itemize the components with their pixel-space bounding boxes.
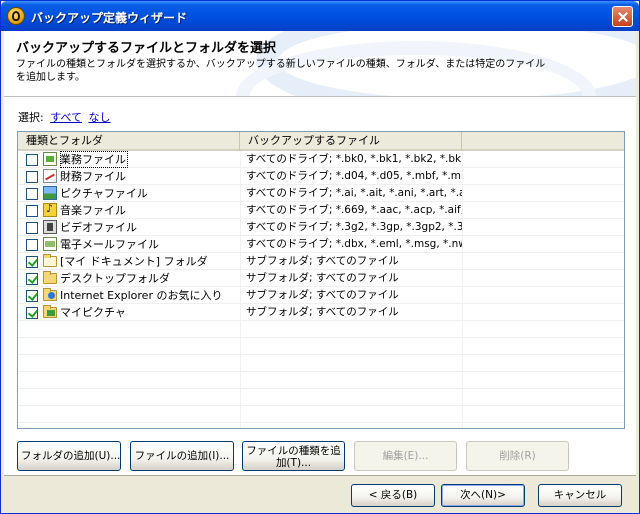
item-files: サブフォルダ; すべてのファイル (246, 306, 399, 318)
item-name: [マイ ドキュメント] フォルダ (60, 255, 208, 268)
list-item[interactable]: Internet Explorer のお気に入り サブフォルダ; すべてのファイ… (18, 287, 624, 304)
video-icon (43, 220, 57, 234)
list-item[interactable]: 業務ファイル すべてのドライブ; *.bk0, *.bk1, *.bk2, *.… (18, 151, 624, 168)
folder-icon (43, 271, 57, 284)
favorites-folder-icon (43, 288, 57, 301)
checkbox[interactable] (26, 307, 38, 319)
add-folder-button[interactable]: フォルダの追加(U)... (17, 441, 121, 471)
item-files: サブフォルダ; すべてのファイル (246, 255, 399, 267)
file-type-list[interactable]: 種類とフォルダ バックアップするファイル 業務ファイル すべてのドライブ; *.… (17, 131, 625, 429)
list-item[interactable]: 財務ファイル すべてのドライブ; *.d04, *.d05, *.mbf, *.… (18, 168, 624, 185)
column-header-files[interactable]: バックアップするファイル (240, 132, 462, 151)
list-header: 種類とフォルダ バックアップするファイル (18, 132, 624, 151)
app-icon (7, 7, 25, 25)
list-item[interactable]: 音楽ファイル すべてのドライブ; *.669, *.aac, *.acp, *.… (18, 202, 624, 219)
select-all-link[interactable]: すべて (50, 111, 82, 124)
item-name: マイピクチャ (60, 306, 126, 319)
mail-icon (43, 237, 57, 251)
next-button[interactable]: 次へ(N)> (441, 484, 525, 507)
picture-icon (43, 186, 57, 200)
item-name: 音楽ファイル (60, 204, 126, 217)
item-files: すべてのドライブ; *.ai, *.ait, *.ani, *.art, *.a… (246, 187, 462, 199)
item-name: Internet Explorer のお気に入り (60, 289, 223, 302)
empty-row (18, 338, 624, 355)
folder-icon (43, 254, 57, 267)
item-name: 財務ファイル (60, 170, 126, 183)
wizard-header: バックアップするファイルとフォルダを選択 ファイルの種類とフォルダを選択するか、… (4, 31, 636, 97)
checkbox[interactable] (26, 154, 38, 166)
item-files: サブフォルダ; すべてのファイル (246, 289, 399, 301)
item-name: ビデオファイル (60, 221, 137, 234)
add-file-type-label-1: ファイルの種類を追 (246, 445, 341, 457)
list-item[interactable]: デスクトップフォルダ サブフォルダ; すべてのファイル (18, 270, 624, 287)
cancel-button[interactable]: キャンセル (538, 484, 622, 507)
item-files: すべてのドライブ; *.dbx, *.eml, *.msg, *.nw... (246, 238, 462, 250)
empty-row (18, 372, 624, 389)
selection-links: 選択: すべて なし (18, 109, 111, 125)
pictures-folder-icon (43, 305, 57, 318)
item-files: サブフォルダ; すべてのファイル (246, 272, 399, 284)
page-description: ファイルの種類とフォルダを選択するか、バックアップする新しいファイルの種類、フォ… (16, 59, 546, 83)
add-file-type-button[interactable]: ファイルの種類を追 加(T)... (242, 441, 345, 471)
item-name: 業務ファイル (60, 151, 128, 168)
item-name: 電子メールファイル (60, 238, 159, 251)
delete-button[interactable]: 削除(R) (466, 441, 569, 471)
add-file-button[interactable]: ファイルの追加(I)... (130, 441, 234, 471)
column-header-type[interactable]: 種類とフォルダ (18, 132, 240, 151)
wizard-client: バックアップするファイルとフォルダを選択 ファイルの種類とフォルダを選択するか、… (4, 31, 636, 512)
edit-button[interactable]: 編集(E)... (354, 441, 457, 471)
document-icon (43, 152, 57, 166)
checkbox[interactable] (26, 188, 38, 200)
title-bar[interactable]: バックアップ定義ウィザード (1, 1, 639, 31)
empty-row (18, 321, 624, 338)
item-files: すべてのドライブ; *.3g2, *.3gp, *.3gp2, *.3g... (246, 221, 462, 233)
checkbox[interactable] (26, 256, 38, 268)
list-item[interactable]: ビデオファイル すべてのドライブ; *.3g2, *.3gp, *.3gp2, … (18, 219, 624, 236)
list-item[interactable]: ピクチャファイル すべてのドライブ; *.ai, *.ait, *.ani, *… (18, 185, 624, 202)
item-name: デスクトップフォルダ (60, 272, 170, 285)
checkbox[interactable] (26, 239, 38, 251)
select-none-link[interactable]: なし (89, 111, 111, 124)
list-item[interactable]: 電子メールファイル すべてのドライブ; *.dbx, *.eml, *.msg,… (18, 236, 624, 253)
checkbox[interactable] (26, 171, 38, 183)
list-item[interactable]: マイピクチャ サブフォルダ; すべてのファイル (18, 304, 624, 321)
checkbox[interactable] (26, 222, 38, 234)
music-icon (43, 202, 57, 217)
item-name: ピクチャファイル (60, 187, 148, 200)
item-files: すべてのドライブ; *.d04, *.d05, *.mbf, *.mn... (246, 170, 462, 182)
list-rows: 業務ファイル すべてのドライブ; *.bk0, *.bk1, *.bk2, *.… (18, 151, 624, 423)
wizard-footer: < 戻る(B) 次へ(N)> キャンセル (4, 475, 636, 512)
item-files: すべてのドライブ; *.bk0, *.bk1, *.bk2, *.bk3... (246, 153, 462, 165)
column-header-empty[interactable] (462, 132, 624, 151)
back-button[interactable]: < 戻る(B) (351, 484, 435, 507)
selection-label: 選択: (18, 111, 44, 124)
empty-row (18, 389, 624, 406)
checkbox[interactable] (26, 205, 38, 217)
wizard-window: バックアップ定義ウィザード バックアップするファイルとフォルダを選択 ファイルの… (0, 0, 640, 514)
chart-icon (43, 169, 57, 183)
empty-row (18, 406, 624, 423)
close-button[interactable] (612, 6, 633, 27)
empty-row (18, 355, 624, 372)
window-title: バックアップ定義ウィザード (31, 11, 188, 25)
list-item[interactable]: [マイ ドキュメント] フォルダ サブフォルダ; すべてのファイル (18, 253, 624, 270)
checkbox[interactable] (26, 273, 38, 285)
page-title: バックアップするファイルとフォルダを選択 (16, 41, 277, 56)
item-files: すべてのドライブ; *.669, *.aac, *.acp, *.aif,... (246, 204, 462, 216)
add-file-type-label-2: 加(T)... (275, 457, 312, 469)
checkbox[interactable] (26, 290, 38, 302)
